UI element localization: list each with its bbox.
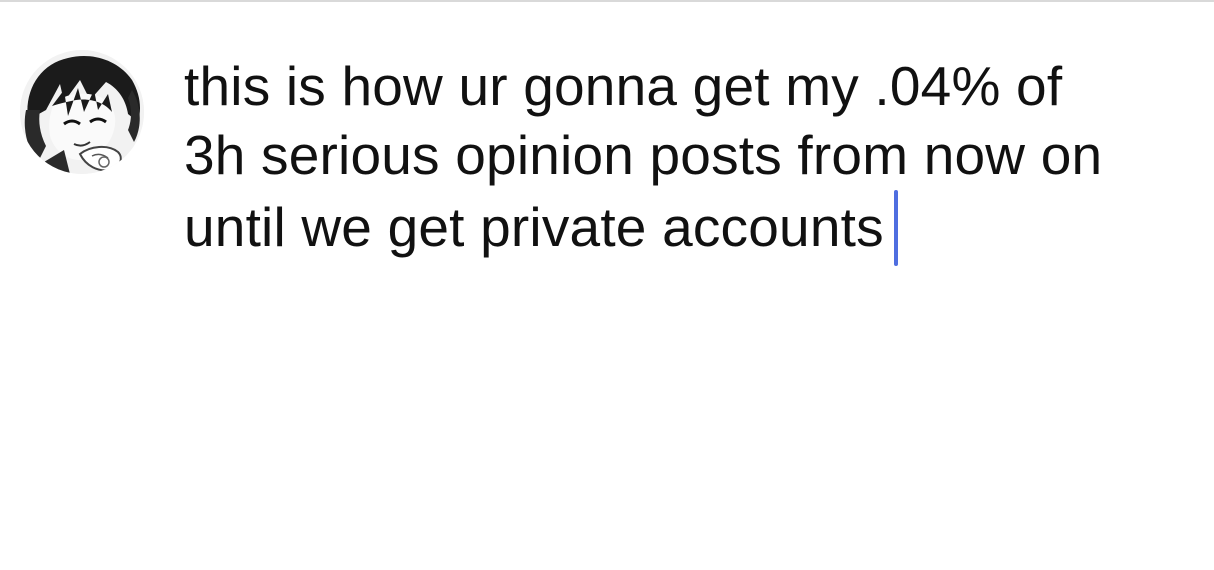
compose-line-3: until we get private accounts [184,190,1194,266]
compose-line-3-text: until we get private accounts [184,196,884,258]
compose-row: this is how ur gonna get my .04% of 3h s… [0,0,1214,570]
compose-line-1: this is how ur gonna get my .04% of [184,55,1063,117]
avatar-image [20,50,144,174]
compose-text-field[interactable]: this is how ur gonna get my .04% of 3h s… [184,52,1194,266]
text-cursor [893,190,898,266]
compose-line-2: 3h serious opinion posts from now on [184,124,1103,186]
avatar[interactable] [20,50,144,174]
